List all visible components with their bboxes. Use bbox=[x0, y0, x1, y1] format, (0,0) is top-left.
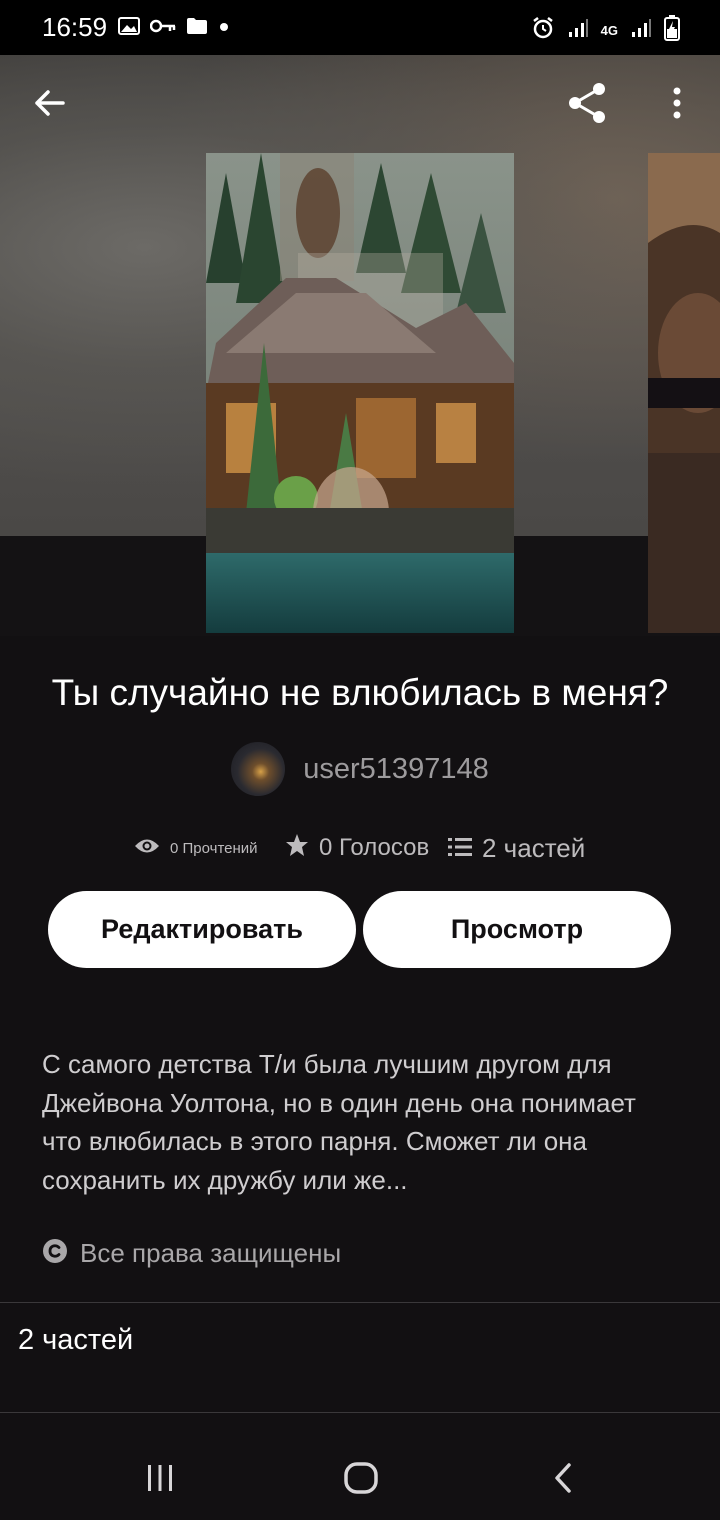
eye-icon bbox=[134, 837, 160, 859]
network-4g-icon: 4G bbox=[600, 22, 618, 38]
recents-icon bbox=[145, 1463, 175, 1498]
parts-section-header[interactable]: 2 частей bbox=[18, 1324, 133, 1357]
key-icon bbox=[149, 19, 176, 38]
share-button[interactable] bbox=[560, 78, 614, 132]
edit-button[interactable]: Редактировать bbox=[48, 891, 356, 968]
list-icon bbox=[448, 833, 472, 864]
divider bbox=[0, 1302, 720, 1303]
share-icon bbox=[565, 81, 609, 130]
status-right-icons: 4G bbox=[531, 15, 680, 46]
more-vertical-icon bbox=[672, 86, 682, 125]
dot-icon bbox=[218, 20, 230, 38]
status-left-icons bbox=[118, 17, 230, 40]
story-cover-image[interactable] bbox=[206, 153, 514, 633]
signal-icon bbox=[567, 17, 589, 44]
status-bar: 16:59 4G bbox=[0, 0, 720, 55]
home-button[interactable] bbox=[331, 1450, 391, 1510]
image-icon bbox=[118, 17, 140, 40]
author-row[interactable]: user51397148 bbox=[0, 742, 720, 796]
alarm-icon bbox=[531, 16, 555, 45]
copyright-label: Все права защищены bbox=[80, 1237, 342, 1268]
avatar[interactable] bbox=[231, 742, 286, 796]
story-title: Ты случайно не влюбилась в меня? bbox=[51, 672, 669, 713]
star-icon bbox=[285, 833, 309, 864]
author-name[interactable]: user51397148 bbox=[303, 753, 488, 786]
parts-stat: 2 частей bbox=[448, 828, 585, 868]
home-icon bbox=[344, 1461, 378, 1499]
cover-illustration bbox=[206, 153, 514, 633]
battery-charging-icon bbox=[664, 15, 680, 46]
reads-stat: 0 Прочтений bbox=[134, 828, 258, 868]
next-story-cover[interactable] bbox=[648, 153, 720, 633]
votes-count: 0 Голосов bbox=[319, 834, 430, 861]
next-cover-illustration bbox=[648, 153, 720, 633]
recents-button[interactable] bbox=[130, 1450, 190, 1510]
back-button[interactable] bbox=[22, 78, 76, 132]
story-description: С самого детства Т/и была лучшим другом … bbox=[42, 1049, 636, 1195]
folder-icon bbox=[186, 17, 208, 40]
story-stats: 0 Прочтений 0 Голосов 2 частей bbox=[0, 828, 720, 868]
arrow-left-icon bbox=[33, 89, 65, 122]
signal-icon bbox=[630, 17, 652, 44]
votes-stat: 0 Голосов bbox=[285, 828, 429, 868]
status-time: 16:59 bbox=[42, 12, 108, 42]
story-details-screen: 16:59 4G Ты случайно не влюбилась в меня… bbox=[0, 0, 720, 1520]
copyright-row: Все права защищены bbox=[42, 1233, 341, 1273]
parts-count: 2 частей bbox=[482, 832, 586, 863]
more-options-button[interactable] bbox=[654, 78, 700, 132]
reads-count: 0 Прочтений bbox=[170, 839, 258, 857]
view-button[interactable]: Просмотр bbox=[363, 891, 671, 968]
copyright-icon bbox=[42, 1238, 68, 1269]
nav-back-button[interactable] bbox=[533, 1450, 593, 1510]
back-chevron-icon bbox=[552, 1462, 574, 1499]
